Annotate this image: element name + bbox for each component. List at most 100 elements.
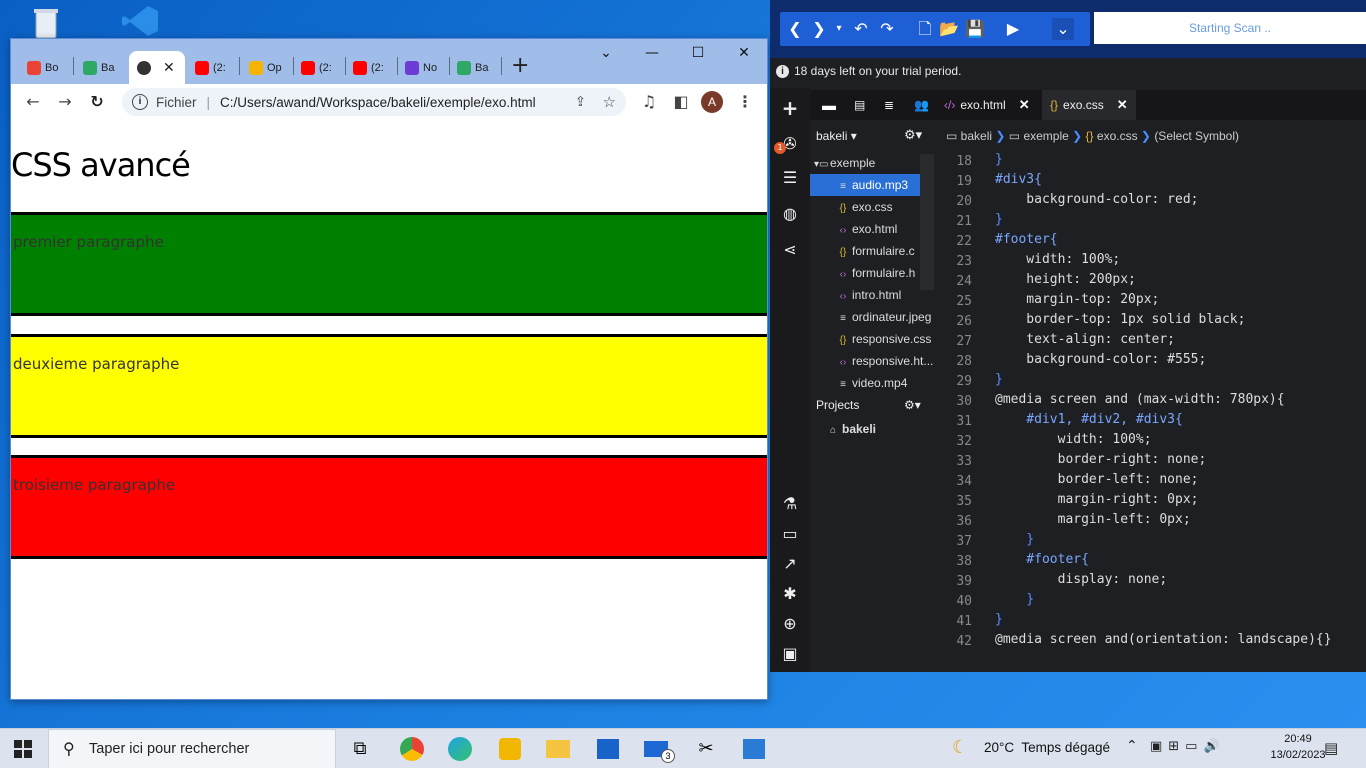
edge-taskbar-icon[interactable]	[446, 735, 474, 763]
code-line[interactable]: }	[995, 152, 1003, 167]
store-icon[interactable]	[594, 735, 622, 763]
code-line[interactable]: width: 100%;	[995, 432, 1152, 447]
regex-icon[interactable]: ✱	[780, 584, 800, 604]
tree-folder-exemple[interactable]: ▾▭ exemple	[810, 152, 938, 174]
chrome-taskbar-icon[interactable]	[398, 735, 426, 763]
side-panel-icon[interactable]: ◧	[671, 92, 691, 112]
code-line[interactable]: margin-right: 0px;	[995, 492, 1199, 507]
start-button[interactable]	[14, 740, 32, 758]
browser-tab[interactable]: Ba	[449, 51, 501, 84]
profile-avatar[interactable]: A	[701, 91, 723, 113]
tab-exo-css[interactable]: {} exo.css ✕	[1042, 90, 1136, 120]
chevron-up-icon[interactable]: ⌃	[1126, 738, 1138, 754]
forward-icon[interactable]: ❯	[808, 18, 830, 40]
code-line[interactable]: background-color: red;	[995, 192, 1198, 207]
history-dropdown-icon[interactable]: ▾	[828, 18, 850, 40]
database-icon[interactable]: ≣	[876, 90, 902, 120]
code-line[interactable]: }	[995, 372, 1003, 387]
tree-item-responsive-html[interactable]: ‹› responsive.ht...	[810, 350, 938, 372]
code-line[interactable]: border-left: none;	[995, 472, 1199, 487]
globe-icon[interactable]: ◍	[780, 204, 800, 224]
run-icon[interactable]: ▶	[1002, 18, 1024, 40]
media-control-icon[interactable]: ♫	[639, 92, 659, 112]
open-folder-icon[interactable]: 📂	[938, 18, 960, 40]
close-window-button[interactable]: ✕	[729, 45, 759, 65]
notifications-icon[interactable]: ▤	[1324, 739, 1338, 757]
close-icon[interactable]: ✕	[1117, 97, 1128, 113]
vscode-desktop-icon[interactable]	[120, 4, 160, 38]
breadcrumb-item[interactable]: bakeli	[961, 129, 992, 143]
people-icon[interactable]: 👥	[906, 90, 937, 120]
code-line[interactable]: background-color: #555;	[995, 352, 1206, 367]
new-tab-plus-icon[interactable]: +	[780, 98, 800, 118]
task-view-icon[interactable]: ⧉	[346, 735, 374, 763]
url-text[interactable]: C:/Users/awand/Workspace/bakeli/exemple/…	[220, 95, 536, 110]
browser-tab[interactable]: Bo	[19, 51, 71, 84]
close-icon[interactable]: ✕	[1019, 97, 1030, 113]
tab-exo-html[interactable]: ‹/› exo.html ✕	[936, 90, 1038, 120]
snipping-tool-icon[interactable]: ✂	[692, 735, 720, 763]
code-line[interactable]: border-top: 1px solid black;	[995, 312, 1245, 327]
file-icon[interactable]: ▤	[846, 90, 873, 120]
browser-tab[interactable]: (2:	[293, 51, 345, 84]
code-line[interactable]: width: 100%;	[995, 252, 1120, 267]
breadcrumb-item[interactable]: exo.css	[1097, 129, 1138, 143]
browser-tab[interactable]: Op	[241, 51, 293, 84]
recycle-bin-icon[interactable]	[26, 6, 66, 40]
code-line[interactable]: #div3{	[995, 172, 1042, 187]
tree-item-formulaire-html[interactable]: ‹› formulaire.h	[810, 262, 920, 284]
new-file-icon[interactable]: 🗋	[914, 18, 936, 40]
code-line[interactable]: display: none;	[995, 572, 1168, 587]
tab-search-icon[interactable]: ⌄	[591, 45, 621, 65]
code-line[interactable]: }	[995, 532, 1034, 547]
code-line[interactable]: }	[995, 592, 1034, 607]
code-line[interactable]: #footer{	[995, 552, 1089, 567]
projects-settings-icon[interactable]: ⚙▾	[904, 394, 921, 416]
tree-scrollbar[interactable]	[920, 154, 934, 290]
share-icon[interactable]: ⋖	[780, 240, 800, 260]
tree-item-audio[interactable]: ≡ audio.mp3	[810, 174, 920, 196]
book-icon[interactable]: ▣	[780, 644, 800, 664]
browser-tab[interactable]: No	[397, 51, 449, 84]
undo-icon[interactable]: ↶	[850, 18, 872, 40]
browser-tab[interactable]: (2:	[187, 51, 239, 84]
web-icon[interactable]: ⊕	[780, 614, 800, 634]
code-line[interactable]: #div1, #div2, #div3{	[995, 412, 1183, 427]
terminal-icon[interactable]: ▭	[780, 524, 800, 544]
browser-tab-active[interactable]: ✕	[129, 51, 185, 84]
code-line[interactable]: }	[995, 612, 1003, 627]
norton-taskbar-icon[interactable]	[496, 735, 524, 763]
code-line[interactable]: margin-left: 0px;	[995, 512, 1191, 527]
new-tab-button[interactable]: +	[511, 53, 529, 78]
symbol-selector[interactable]: (Select Symbol)	[1154, 129, 1239, 143]
close-tab-icon[interactable]: ✕	[163, 59, 175, 76]
reload-icon[interactable]: ↻	[87, 92, 107, 112]
code-editor[interactable]: 18 } 19 #div3{ 20 background-color: red;…	[940, 150, 1366, 660]
code-line[interactable]: height: 200px;	[995, 272, 1136, 287]
bookmark-star-icon[interactable]: ☆	[603, 93, 616, 111]
photos-icon[interactable]	[740, 735, 768, 763]
open-folder-icon[interactable]: ▬	[814, 90, 844, 120]
redo-icon[interactable]: ↷	[876, 18, 898, 40]
code-line[interactable]: #footer{	[995, 232, 1058, 247]
document-outline-icon[interactable]: ☰	[780, 168, 800, 188]
code-line[interactable]: }	[995, 212, 1003, 227]
tree-item-exo-css[interactable]: {} exo.css	[810, 196, 938, 218]
clock[interactable]: 20:49 13/02/2023	[1270, 731, 1326, 763]
forward-icon[interactable]: →	[55, 92, 75, 112]
tree-item-intro-html[interactable]: ‹› intro.html	[810, 284, 938, 306]
tree-item-responsive-css[interactable]: {} responsive.css	[810, 328, 938, 350]
save-icon[interactable]: 💾	[964, 18, 986, 40]
file-explorer-icon[interactable]	[544, 735, 572, 763]
project-selector[interactable]: bakeli ▾	[816, 129, 857, 143]
browser-tab[interactable]: Ba	[75, 51, 127, 84]
code-line[interactable]: @media screen and(orientation: landscape…	[995, 632, 1332, 647]
tree-item-formulaire-css[interactable]: {} formulaire.c	[810, 240, 920, 262]
menu-kebab-icon[interactable]: ⋮	[735, 92, 755, 112]
code-line[interactable]: margin-top: 20px;	[995, 292, 1159, 307]
back-icon[interactable]: ❮	[784, 18, 806, 40]
code-line[interactable]: text-align: center;	[995, 332, 1175, 347]
back-icon[interactable]: ←	[23, 92, 43, 112]
address-bar[interactable]: i Fichier | C:/Users/awand/Workspace/bak…	[122, 88, 626, 116]
weather-text[interactable]: 20°C Temps dégagé	[984, 740, 1110, 755]
